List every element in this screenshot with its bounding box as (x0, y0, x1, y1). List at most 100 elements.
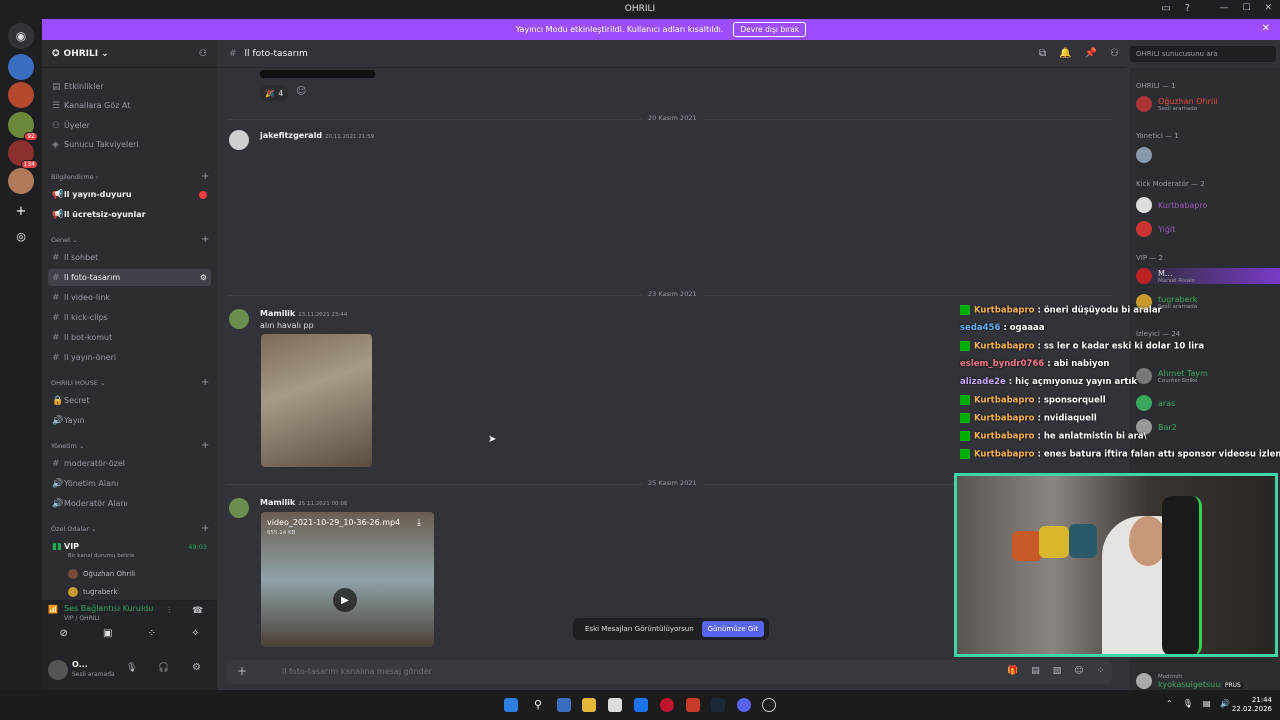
channel-ucretsiz-oyunlar[interactable]: 📢 ll ücretsiz-oyunlar (48, 206, 211, 223)
app-icon[interactable] (608, 698, 622, 712)
server-icon[interactable] (8, 82, 34, 108)
bell-icon[interactable]: 🔔 (1059, 48, 1071, 59)
wifi-icon[interactable]: ▤ (1203, 699, 1211, 708)
voice-user[interactable]: tugraberk (68, 587, 117, 597)
server-icon[interactable] (8, 168, 34, 194)
camera-off-icon[interactable]: ⊘ (60, 628, 68, 639)
sidebar-item-members[interactable]: ⚇ Üyeler (48, 117, 211, 134)
server-icon[interactable]: 92 (8, 112, 38, 141)
apps-icon[interactable]: ⁘ (1097, 666, 1105, 676)
emoji-icon[interactable]: ☺ (1074, 666, 1083, 676)
category-genel[interactable]: Genel ⌄ + (51, 234, 209, 245)
add-channel-icon[interactable]: + (201, 234, 209, 245)
add-member-icon[interactable]: ⚇ (199, 49, 207, 59)
microphone-icon[interactable]: 🎙 (126, 663, 137, 673)
channel-video-link[interactable]: # ll video-link (48, 289, 211, 306)
help-icon[interactable]: ? (1185, 3, 1190, 14)
vip-status-hint[interactable]: Bir kanal durumu belirle (68, 553, 134, 559)
server-icon[interactable] (8, 54, 34, 80)
avatar[interactable] (48, 660, 68, 680)
voice-channel[interactable]: VIP / OHRILI (64, 615, 100, 622)
app-icon[interactable] (762, 698, 776, 712)
disconnect-icon[interactable]: ☎ (192, 606, 203, 616)
member-list-icon[interactable]: ⚇ (1110, 48, 1119, 59)
noise-suppression-icon[interactable]: ⫶ (168, 606, 170, 616)
steam-icon[interactable] (711, 698, 725, 712)
image-attachment[interactable] (260, 70, 375, 78)
close-banner-icon[interactable]: ✕ (1262, 23, 1270, 34)
add-reaction-icon[interactable]: ☺ (296, 86, 306, 97)
search-input[interactable]: OHRILI sunucusunu ara (1130, 46, 1276, 62)
member-item[interactable]: M... Marvel Rivals (1136, 268, 1280, 284)
member-item[interactable]: Yiğit (1136, 221, 1175, 237)
minimize-button[interactable]: — (1219, 3, 1228, 13)
add-channel-icon[interactable]: + (201, 523, 209, 534)
video-attachment[interactable]: video_2021-10-29_10-36-26.mp4 655.14 KB … (261, 512, 434, 647)
tray-chevron-icon[interactable]: ⌃ (1166, 699, 1173, 708)
channel-bot-komut[interactable]: # ll bot-komut (48, 329, 211, 346)
member-item[interactable]: Kurtbabapro (1136, 197, 1207, 213)
sticker-icon[interactable]: ▧ (1053, 666, 1062, 676)
avatar[interactable] (229, 309, 249, 329)
gift-icon[interactable]: 🎁 (1007, 666, 1018, 676)
add-attachment-icon[interactable]: + (237, 664, 247, 678)
clock[interactable]: 21:44 22.02.2026 (1232, 696, 1272, 714)
message-input[interactable]: + ll foto-tasarım kanalına mesaj gönder … (227, 660, 1112, 684)
add-channel-icon[interactable]: + (201, 171, 209, 182)
member-item[interactable]: Modrinth kyokasuigetsuu PRUS (1136, 673, 1243, 689)
soundboard-icon[interactable]: ✧ (191, 628, 199, 639)
image-attachment[interactable] (261, 334, 372, 467)
category-ozel-odalar[interactable]: Özel Odalar ⌄ + (51, 523, 209, 534)
folder-icon[interactable] (582, 698, 596, 712)
discover-icon[interactable]: ◎ (8, 223, 34, 249)
member-item[interactable] (1136, 147, 1152, 163)
sidebar-item-browse[interactable]: ☰ Kanallara Göz At (48, 97, 211, 114)
activities-icon[interactable]: ⁘ (148, 628, 156, 639)
channel-moderator-alani[interactable]: 🔊 Moderatör Alanı (48, 495, 211, 512)
search-icon[interactable]: ⚲ (531, 698, 545, 712)
avatar[interactable] (229, 498, 249, 518)
guild-header[interactable]: ✪ OHRILI ⌄ ⚇ (42, 40, 217, 68)
channel-moderator-ozel[interactable]: # moderatör-özel (48, 455, 211, 472)
avatar[interactable] (229, 130, 249, 150)
play-icon[interactable]: ▶ (333, 588, 357, 612)
channel-sohbet[interactable]: # ll sohbet (48, 249, 211, 266)
disable-streamer-mode-button[interactable]: Devre dışı bırak (733, 22, 807, 37)
category-ohrili-house[interactable]: OHRILI HOUSE ⌄ + (51, 377, 209, 388)
add-channel-icon[interactable]: + (201, 377, 209, 388)
message-author[interactable]: jakefitzgerald 20.11.2021 21:59 (260, 131, 374, 140)
channel-yayin-duyuru[interactable]: 📢 ll yayın-duyuru (48, 186, 211, 203)
jump-to-present-button[interactable]: Günümüze Git (701, 621, 764, 637)
reaction[interactable]: 🎉 4 (260, 85, 289, 101)
message-author[interactable]: Mamilik 23.11.2021 23:44 (260, 309, 347, 318)
close-button[interactable]: ✕ (1264, 3, 1272, 13)
sidebar-item-events[interactable]: ▤ Etkinlikler (48, 78, 211, 95)
screen-share-icon[interactable]: ▣ (103, 628, 112, 639)
mail-icon[interactable] (634, 698, 648, 712)
app-icon[interactable] (686, 698, 700, 712)
discord-icon[interactable] (737, 698, 751, 712)
add-server-icon[interactable]: + (8, 198, 34, 224)
volume-icon[interactable]: 🔊 (1220, 699, 1230, 708)
channel-yonetim-alani[interactable]: 🔊 Yönetim Alanı (48, 475, 211, 492)
maximize-button[interactable]: ☐ (1242, 3, 1250, 13)
inbox-icon[interactable]: ▭ (1161, 3, 1170, 14)
channel-kick-clips[interactable]: # ll kick-clips (48, 309, 211, 326)
channel-yayin-oneri[interactable]: # ll yayın-öneri (48, 349, 211, 366)
category-bilgilendirme[interactable]: Bilgilendirme › + (51, 171, 209, 182)
download-icon[interactable]: ⤓ (417, 518, 421, 528)
category-yonetim[interactable]: Yönetim ⌄ + (51, 440, 209, 451)
add-channel-icon[interactable]: + (201, 440, 209, 451)
sidebar-item-boosts[interactable]: ◈ Sunucu Takviyeleri (48, 136, 211, 153)
pin-icon[interactable]: 📌 (1085, 48, 1097, 59)
member-item[interactable]: Oğuzhan Ohrili Sesli aramada (1136, 96, 1218, 112)
threads-icon[interactable]: ⧉ (1039, 48, 1046, 59)
settings-icon[interactable]: ⚙ (200, 273, 207, 282)
channel-foto-tasarim[interactable]: # ll foto-tasarım ⚙ (48, 269, 211, 286)
opera-icon[interactable] (660, 698, 674, 712)
headphones-icon[interactable]: 🎧 (158, 663, 169, 673)
channel-secret[interactable]: 🔒 Secret (48, 392, 211, 409)
start-icon[interactable] (504, 698, 518, 712)
video-filename[interactable]: video_2021-10-29_10-36-26.mp4 (267, 518, 400, 527)
voice-user[interactable]: Oğuzhan Ohrili (68, 569, 135, 579)
